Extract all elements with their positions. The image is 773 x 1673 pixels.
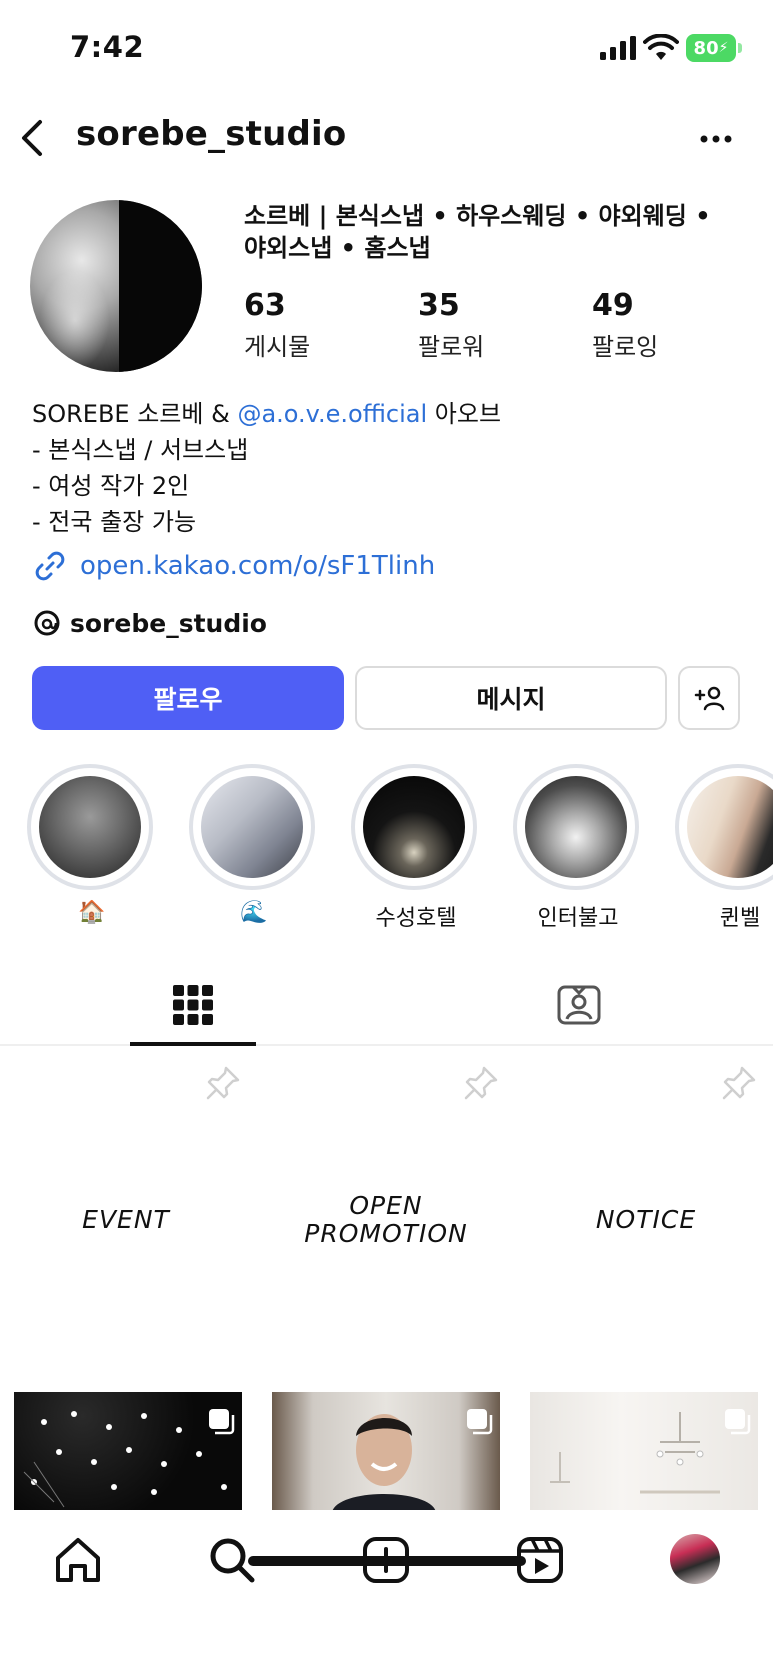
highlight-ring — [27, 764, 153, 890]
highlight-label: 수성호텔 — [375, 906, 457, 931]
active-tab-indicator — [130, 1042, 256, 1046]
stat-posts[interactable]: 63 게시물 — [244, 288, 310, 362]
carousel-icon — [725, 1409, 751, 1435]
cellular-signal-icon — [600, 36, 636, 60]
threads-badge[interactable]: sorebe_studio — [32, 608, 267, 638]
threads-username: sorebe_studio — [70, 608, 267, 638]
profile-header: sorebe_studio — [0, 100, 773, 176]
highlight-cover — [201, 776, 303, 878]
pin-icon — [206, 1066, 240, 1100]
highlight-cover — [363, 776, 465, 878]
avatar-bride-veil — [40, 270, 110, 370]
bio-mention-link[interactable]: @a.o.v.e.official — [237, 400, 427, 428]
grid-icon[interactable] — [170, 982, 216, 1028]
pinned-post-event[interactable]: EVENT — [0, 1050, 252, 1380]
carousel-icon — [209, 1409, 235, 1435]
highlight-label: 🏠 — [78, 900, 106, 925]
profile-username: sorebe_studio — [76, 114, 347, 154]
pinned-post-title-line-2: PROMOTION — [304, 1219, 468, 1248]
bio-line-1: SOREBE 소르베 & @a.o.v.e.official 아오브 — [32, 396, 501, 432]
bio-line-3: - 여성 작가 2인 — [32, 472, 190, 500]
wifi-icon — [643, 34, 679, 60]
full-name-line-2: 야외스냅 • 홈스냅 — [244, 234, 431, 262]
highlight-ring — [351, 764, 477, 890]
carousel-icon — [467, 1409, 493, 1435]
battery-nub — [738, 43, 742, 53]
post-thumbnail[interactable] — [14, 1392, 242, 1512]
highlight-cover — [687, 776, 773, 878]
pinned-post-title-line-1: OPEN — [349, 1191, 423, 1220]
pinned-post-open-promotion[interactable]: OPEN PROMOTION — [260, 1050, 512, 1380]
back-arrow-icon[interactable] — [14, 114, 54, 162]
pinned-post-title: OPEN PROMOTION — [260, 1192, 512, 1248]
pinned-post-title: EVENT — [82, 1205, 170, 1234]
post-thumbnail[interactable] — [272, 1392, 500, 1512]
full-name-line-1: 소르베 | 본식스냅 • 하우스웨딩 • 야외웨딩 • — [244, 202, 711, 230]
pin-icon — [464, 1066, 498, 1100]
battery-level: 80 — [693, 37, 719, 59]
following-label: 팔로잉 — [592, 333, 659, 361]
highlight-label: 퀸벨 — [719, 906, 761, 931]
bio-brand-suffix: 아오브 — [427, 400, 502, 428]
avatar-groom-suit — [119, 200, 202, 372]
tagged-icon[interactable] — [556, 982, 602, 1028]
more-options-icon[interactable] — [696, 124, 736, 154]
pinned-post-title: NOTICE — [595, 1205, 697, 1234]
message-button[interactable]: 메시지 — [355, 666, 667, 730]
link-icon — [35, 551, 65, 581]
highlight-cover — [39, 776, 141, 878]
story-highlight-queenbell[interactable]: 퀸벨 — [675, 764, 773, 932]
profile-bio: SOREBE 소르베 & @a.o.v.e.official 아오브 - 본식스… — [32, 396, 501, 540]
status-time: 7:42 — [70, 30, 145, 64]
highlight-ring — [675, 764, 773, 890]
following-count: 49 — [592, 288, 634, 323]
highlight-label: 인터불고 — [537, 906, 619, 931]
home-icon[interactable] — [52, 1534, 104, 1586]
highlight-ring — [189, 764, 315, 890]
posts-label: 게시물 — [244, 333, 311, 361]
bio-brand: SOREBE 소르베 & — [32, 400, 238, 428]
add-person-icon — [694, 686, 725, 711]
link-url[interactable]: open.kakao.com/o/sF1Tlinh — [80, 551, 435, 581]
story-highlight-home[interactable]: 🏠 — [27, 764, 157, 925]
pinned-post-notice[interactable]: NOTICE — [520, 1050, 772, 1380]
bio-line-4: - 전국 출장 가능 — [32, 508, 197, 536]
home-indicator — [248, 1556, 526, 1566]
post-thumbnail[interactable] — [530, 1392, 758, 1512]
highlight-cover — [525, 776, 627, 878]
story-highlight-interburgo[interactable]: 인터불고 — [513, 764, 643, 932]
posts-count: 63 — [244, 288, 286, 323]
followers-count: 35 — [418, 288, 460, 323]
bio-line-2: - 본식스냅 / 서브스냅 — [32, 436, 249, 464]
profile-tab-avatar[interactable] — [670, 1534, 720, 1584]
highlight-ring — [513, 764, 639, 890]
highlight-label: 🌊 — [240, 900, 268, 925]
stat-following[interactable]: 49 팔로잉 — [592, 288, 658, 362]
stat-followers[interactable]: 35 팔로워 — [418, 288, 484, 362]
external-link[interactable]: open.kakao.com/o/sF1Tlinh — [32, 548, 435, 584]
suggested-accounts-button[interactable] — [678, 666, 740, 730]
pin-icon — [722, 1066, 756, 1100]
followers-label: 팔로워 — [418, 333, 485, 361]
profile-full-name: 소르베 | 본식스냅 • 하우스웨딩 • 야외웨딩 • 야외스냅 • 홈스냅 — [244, 200, 744, 264]
story-highlight-suseong-hotel[interactable]: 수성호텔 — [351, 764, 481, 932]
bottom-navigation — [0, 1510, 773, 1673]
battery-indicator: 80 ⚡ — [686, 34, 736, 62]
follow-button[interactable]: 팔로우 — [32, 666, 344, 730]
profile-tabs — [0, 960, 773, 1046]
threads-icon — [34, 610, 60, 636]
story-highlight-wave[interactable]: 🌊 — [189, 764, 319, 925]
charging-icon: ⚡ — [718, 40, 729, 56]
profile-avatar[interactable] — [30, 200, 202, 372]
status-bar: 7:42 80 ⚡ — [0, 0, 773, 100]
